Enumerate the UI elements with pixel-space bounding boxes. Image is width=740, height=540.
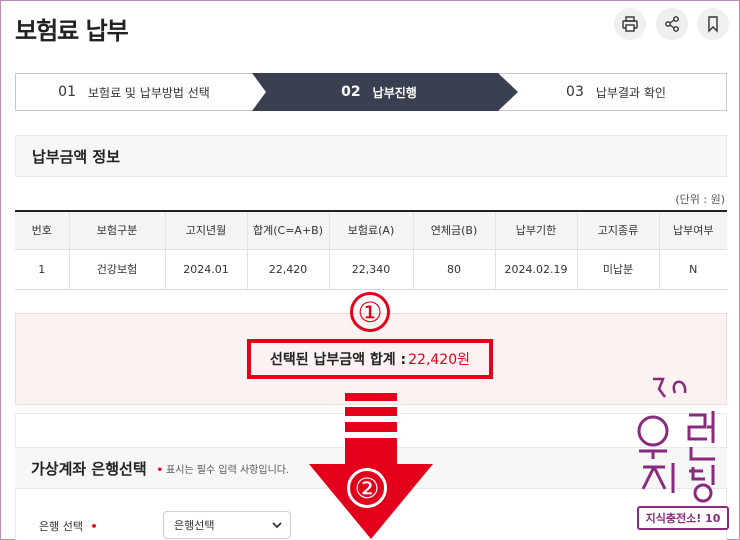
table-header: 납부여부 [659,211,727,250]
total-amount: 22,420원 [408,352,470,368]
table-cell: 미납분 [577,249,660,290]
table-header: 번호 [15,211,70,250]
required-dot: • [156,464,164,476]
printer-icon [622,16,638,32]
table-header: 합계(C=A+B) [247,211,330,250]
step-1-number: 01 [58,84,76,100]
step-1-label: 보험료 및 납부방법 선택 [87,85,210,100]
table-header: 보험구분 [69,211,166,250]
table-cell: 1 [15,249,70,290]
total-amount-highlight: 선택된 납부금액 합계 : 22,420원 [247,339,493,379]
unit-note: (단위 : 원) [675,193,725,206]
step-2-label: 납부진행 [372,85,417,100]
table-cell: 2024.01 [165,249,248,290]
table-header: 납부기한 [495,211,578,250]
chevron-down-icon [272,522,282,529]
table-cell: 22,420 [247,249,330,290]
table-header-row: 번호 보험구분 고지년월 합계(C=A+B) 보험료(A) 연체금(B) 납부기… [15,211,727,250]
total-label: 선택된 납부금액 합계 : [269,352,407,368]
table-header: 연체금(B) [413,211,496,250]
annotation-circle-1: ① [350,292,390,332]
required-note-text: 표시는 필수 입력 사항입니다. [166,464,290,476]
table-cell: 2024.02.19 [495,249,578,290]
step-1: 01 보험료 및 납부방법 선택 [16,74,252,110]
table-row: 1 건강보험 2024.01 22,420 22,340 80 2024.02.… [15,249,727,290]
bank-field-label: 은행 선택 • [39,518,101,534]
bookmark-icon [708,16,718,33]
watermark-sign: 지식충전소! 10 [637,506,729,530]
table-cell: 22,340 [329,249,414,290]
step-3: 03 납부결과 확인 [506,74,726,110]
bank-select[interactable]: 은행선택 [163,511,291,539]
page-title: 보험료 납부 [15,17,129,45]
required-note: • 표시는 필수 입력 사항입니다. [157,461,290,476]
share-button[interactable] [656,8,688,40]
table-cell: N [659,249,727,290]
print-button[interactable] [614,8,646,40]
step-2-active: 02 납부진행 [252,74,506,110]
annotation-circle-2: ② [347,468,387,508]
bookmark-button[interactable] [697,8,729,40]
bank-field-label-text: 은행 선택 [39,520,83,533]
table-header: 고지년월 [165,211,248,250]
table-header: 보험료(A) [329,211,414,250]
share-icon [665,16,679,32]
table-cell: 80 [413,249,496,290]
table-cell: 건강보험 [69,249,166,290]
step-2-number: 02 [341,84,361,100]
bank-select-value: 은행선택 [174,519,215,532]
orange-young-logo [637,377,715,503]
step-3-number: 03 [566,84,584,100]
table-header: 고지종류 [577,211,660,250]
required-dot: • [90,520,98,533]
step-3-label: 납부결과 확인 [595,85,666,100]
progress-steps: 01 보험료 및 납부방법 선택 02 납부진행 03 납부결과 확인 [15,73,727,111]
payment-info-table: 번호 보험구분 고지년월 합계(C=A+B) 보험료(A) 연체금(B) 납부기… [15,210,727,290]
bank-section-title: 가상계좌 은행선택 [31,459,147,478]
section-title: 납부금액 정보 [15,135,727,177]
red-down-arrow-icon [309,393,433,539]
